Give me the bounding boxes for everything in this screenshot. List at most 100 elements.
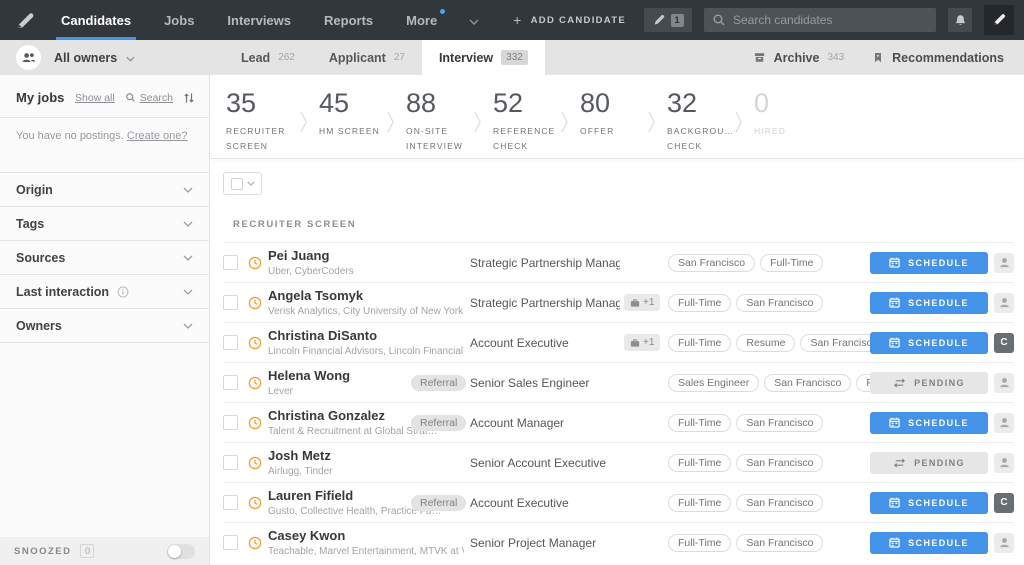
search-candidates-input[interactable] (704, 8, 936, 32)
select-all-checkbox[interactable] (231, 178, 243, 190)
nav-item-more[interactable]: More (403, 0, 440, 40)
recommendations-button[interactable]: Recommendations (872, 51, 1004, 65)
row-checkbox[interactable] (223, 335, 238, 350)
stage-recruiter-screen[interactable]: 35 RECRUITER SCREEN (211, 75, 304, 158)
tag-pill: Resume (736, 334, 795, 352)
schedule-button[interactable]: SCHEDULE (870, 332, 988, 354)
pencil-icon (992, 13, 1006, 27)
row-actions: SCHEDULE C (870, 492, 1014, 514)
schedule-button[interactable]: SCHEDULE (870, 252, 988, 274)
stage-hm-screen[interactable]: 45 HM SCREEN (304, 75, 391, 158)
show-all-link[interactable]: Show all (75, 92, 115, 104)
briefcase-badge: +1 (624, 294, 660, 311)
bell-icon (954, 14, 967, 27)
schedule-button[interactable]: SCHEDULE (870, 292, 988, 314)
schedule-button[interactable]: SCHEDULE (870, 412, 988, 434)
row-checkbox[interactable] (223, 455, 238, 470)
add-candidate-button[interactable]: + ADD CANDIDATE (507, 12, 632, 28)
nav-item-reports[interactable]: Reports (321, 0, 376, 40)
tab-applicant[interactable]: Applicant 27 (312, 40, 422, 75)
row-avatar[interactable] (994, 533, 1014, 553)
snoozed-toggle[interactable] (167, 544, 195, 559)
filter-section-label: Owners (16, 319, 62, 333)
tag-pill: San Francisco (736, 534, 823, 552)
sidebar-section-origin[interactable]: Origin (0, 173, 209, 207)
stage-on-site-interview[interactable]: 88 ON-SITE INTERVIEW (391, 75, 478, 158)
tab-interview[interactable]: Interview 332 (422, 40, 545, 75)
pencil-icon (653, 14, 665, 26)
toggle-knob (168, 545, 181, 558)
row-checkbox[interactable] (223, 535, 238, 550)
filterbar-right: Archive 343 Recommendations (753, 40, 1024, 75)
row-avatar[interactable] (994, 413, 1014, 433)
pending-button[interactable]: PENDING (870, 452, 988, 474)
sort-icon[interactable] (183, 92, 195, 104)
row-avatar[interactable]: C (994, 493, 1014, 513)
calendar-icon (889, 537, 900, 548)
row-avatar[interactable] (994, 373, 1014, 393)
jobs-search-link[interactable]: Search (125, 92, 173, 104)
compose-count-badge: 1 (671, 14, 684, 27)
candidate-name[interactable]: Casey Kwon (268, 528, 464, 543)
stage-reference-check[interactable]: 52 REFERENCE CHECK (478, 75, 565, 158)
candidate-name[interactable]: Christina DiSanto (268, 328, 464, 343)
avatar-initial: C (1000, 337, 1007, 348)
sidebar-section-tags[interactable]: Tags (0, 207, 209, 241)
quick-note-button[interactable] (984, 5, 1014, 35)
nav-item-jobs[interactable]: Jobs (161, 0, 197, 40)
row-avatar[interactable]: C (994, 333, 1014, 353)
lever-logo-icon[interactable] (12, 7, 38, 33)
filter-section-label: Last interaction (16, 285, 109, 299)
stage-hired[interactable]: 0 HIRED (739, 75, 1024, 158)
sidebar-section-last-interaction[interactable]: Last interaction (0, 275, 209, 309)
stage-separator-icon (648, 111, 656, 133)
select-all-control[interactable] (223, 172, 262, 195)
stage-backgrou-check[interactable]: 32 BACKGROU… CHECK (652, 75, 739, 158)
nav-item-interviews[interactable]: Interviews (224, 0, 294, 40)
row-checkbox[interactable] (223, 255, 238, 270)
create-one-link[interactable]: Create one? (127, 130, 188, 142)
stage-offer[interactable]: 80 OFFER (565, 75, 652, 158)
sidebar-section-owners[interactable]: Owners (0, 309, 209, 343)
schedule-button[interactable]: SCHEDULE (870, 492, 988, 514)
more-caret-icon[interactable] (469, 19, 479, 25)
archive-button[interactable]: Archive 343 (753, 51, 845, 65)
row-checkbox[interactable] (223, 375, 238, 390)
stage-section-header: RECRUITER SCREEN (233, 219, 1024, 230)
swap-arrows-icon (893, 458, 906, 468)
stage-separator-icon (561, 111, 569, 133)
row-avatar[interactable] (994, 253, 1014, 273)
row-avatar[interactable] (994, 453, 1014, 473)
stage-count: 80 (580, 88, 652, 119)
recommendations-label: Recommendations (892, 51, 1004, 65)
candidate-row: Angela Tsomyk Verisk Analytics, City Uni… (223, 282, 1014, 322)
nav-item-candidates[interactable]: Candidates (58, 0, 134, 40)
schedule-button[interactable]: SCHEDULE (870, 532, 988, 554)
person-icon (998, 256, 1011, 269)
filter-section-label: Origin (16, 183, 53, 197)
sidebar: My jobs Show all Search You have no post… (0, 75, 210, 565)
candidate-row: Helena Wong Lever Referral Senior Sales … (223, 362, 1014, 402)
tab-lead[interactable]: Lead 262 (224, 40, 312, 75)
candidate-name[interactable]: Angela Tsomyk (268, 288, 464, 303)
row-checkbox[interactable] (223, 295, 238, 310)
row-avatar[interactable] (994, 293, 1014, 313)
compose-button[interactable]: 1 (644, 8, 692, 32)
notifications-button[interactable] (948, 8, 972, 32)
tag-list: Full-TimeSan Francisco (668, 294, 870, 312)
tab-count: 27 (394, 52, 405, 63)
pending-button[interactable]: PENDING (870, 372, 988, 394)
calendar-icon (889, 297, 900, 308)
owners-filter[interactable]: All owners (0, 40, 210, 75)
row-checkbox[interactable] (223, 495, 238, 510)
no-postings-text: You have no postings. (16, 130, 124, 142)
candidate-row: Josh Metz Airlugg, Tinder Senior Account… (223, 442, 1014, 482)
owners-filter-label: All owners (54, 51, 117, 65)
sidebar-section-sources[interactable]: Sources (0, 241, 209, 275)
stage-count: 52 (493, 88, 565, 119)
row-checkbox[interactable] (223, 415, 238, 430)
candidate-row: Christina Gonzalez Talent & Recruitment … (223, 402, 1014, 442)
candidate-name[interactable]: Pei Juang (268, 248, 464, 263)
info-icon (117, 286, 129, 298)
candidate-name[interactable]: Josh Metz (268, 448, 464, 463)
